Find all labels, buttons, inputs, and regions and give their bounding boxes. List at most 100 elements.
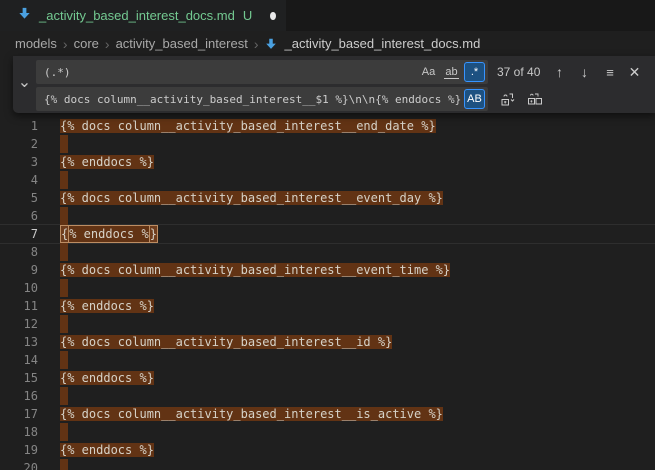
editor-line[interactable]: 19{% enddocs %} xyxy=(0,441,655,459)
breadcrumb-item-models[interactable]: models xyxy=(15,36,57,51)
find-next-button[interactable]: ↓ xyxy=(574,62,595,83)
empty-line-match-highlight xyxy=(60,207,68,225)
find-match-highlight: {% docs column__activity_based_interest_… xyxy=(60,119,436,133)
editor-line[interactable]: 7{% enddocs %} xyxy=(0,225,655,243)
empty-line-match-highlight xyxy=(60,243,68,261)
line-content[interactable]: {% enddocs %} xyxy=(60,441,655,459)
line-content[interactable] xyxy=(60,315,655,333)
editor-line[interactable]: 14 xyxy=(0,351,655,369)
find-in-selection-button[interactable]: ≡ xyxy=(599,62,620,83)
editor-line[interactable]: 6 xyxy=(0,207,655,225)
line-content[interactable]: {% enddocs %} xyxy=(60,225,655,243)
line-number: 17 xyxy=(0,405,38,423)
line-number: 16 xyxy=(0,387,38,405)
breadcrumb-separator-icon: › xyxy=(105,37,110,51)
whole-word-toggle[interactable]: ab xyxy=(441,62,462,82)
empty-line-match-highlight xyxy=(60,279,68,297)
line-content[interactable] xyxy=(60,207,655,225)
editor-line[interactable]: 16 xyxy=(0,387,655,405)
line-content[interactable]: {% docs column__activity_based_interest_… xyxy=(60,333,655,351)
line-number: 5 xyxy=(0,189,38,207)
empty-line-match-highlight xyxy=(60,351,68,369)
line-content[interactable] xyxy=(60,135,655,153)
whole-word-icon: ab xyxy=(444,66,458,79)
editor-line[interactable]: 10 xyxy=(0,279,655,297)
line-number: 11 xyxy=(0,297,38,315)
line-number: 13 xyxy=(0,333,38,351)
bracket-match-open: { xyxy=(61,226,69,242)
editor-lines: 1{% docs column__activity_based_interest… xyxy=(0,56,655,470)
find-replace-widget: ⌄ (.*) Aa ab .* 37 of 40 ↑ xyxy=(13,56,655,113)
breadcrumb-item-file[interactable]: _activity_based_interest_docs.md xyxy=(264,36,480,51)
preserve-case-toggle[interactable]: AB xyxy=(464,89,485,109)
match-case-toggle[interactable]: Aa xyxy=(418,62,439,82)
line-content[interactable] xyxy=(60,279,655,297)
editor-line[interactable]: 4 xyxy=(0,171,655,189)
markdown-file-icon xyxy=(17,6,32,26)
line-content[interactable] xyxy=(60,423,655,441)
editor-line[interactable]: 15{% enddocs %} xyxy=(0,369,655,387)
line-content[interactable]: {% docs column__activity_based_interest_… xyxy=(60,117,655,135)
empty-line-match-highlight xyxy=(60,315,68,333)
breadcrumb-separator-icon: › xyxy=(63,37,68,51)
find-match-highlight: {% enddocs %} xyxy=(60,371,154,385)
editor-line[interactable]: 1{% docs column__activity_based_interest… xyxy=(0,117,655,135)
find-match-highlight: {% docs column__activity_based_interest_… xyxy=(60,407,443,421)
editor-line[interactable]: 3 {% enddocs %} xyxy=(0,153,655,171)
regex-toggle[interactable]: .* xyxy=(464,62,485,82)
editor-line[interactable]: 12 xyxy=(0,315,655,333)
replace-value-text: {% docs column__activity_based_interest_… xyxy=(44,93,461,106)
editor-line[interactable]: 18 xyxy=(0,423,655,441)
editor-line[interactable]: 5 {% docs column__activity_based_interest… xyxy=(0,189,655,207)
regex-icon: .* xyxy=(471,66,478,78)
close-find-button[interactable]: ✕ xyxy=(624,62,645,83)
line-content[interactable] xyxy=(60,459,655,470)
find-previous-button[interactable]: ↑ xyxy=(549,62,570,83)
replace-all-button[interactable] xyxy=(524,89,545,110)
line-content[interactable] xyxy=(60,387,655,405)
replace-button[interactable] xyxy=(497,89,518,110)
replace-icon xyxy=(500,91,516,107)
git-status-badge: U xyxy=(243,8,252,23)
selection-lines-icon: ≡ xyxy=(606,65,613,80)
breadcrumb-item-activity-based-interest[interactable]: activity_based_interest xyxy=(116,36,248,51)
line-number: 18 xyxy=(0,423,38,441)
toggle-replace-chevron-icon[interactable]: ⌄ xyxy=(18,75,31,91)
line-content[interactable]: {% enddocs %} xyxy=(60,297,655,315)
editor-line[interactable]: 17 {% docs column__activity_based_interes… xyxy=(0,405,655,423)
line-number: 3 xyxy=(0,153,38,171)
modified-dot-indicator[interactable] xyxy=(270,12,276,20)
line-content[interactable]: {% docs column__activity_based_interest_… xyxy=(60,189,655,207)
breadcrumb-separator-icon: › xyxy=(254,37,259,51)
line-content[interactable] xyxy=(60,243,655,261)
line-content[interactable]: {% docs column__activity_based_interest_… xyxy=(60,405,655,423)
match-case-icon: Aa xyxy=(422,66,435,78)
empty-line-match-highlight xyxy=(60,423,68,441)
preserve-case-icon: AB xyxy=(467,93,482,105)
line-content[interactable] xyxy=(60,171,655,189)
line-content[interactable]: {% enddocs %} xyxy=(60,153,655,171)
line-content[interactable]: {% docs column__activity_based_interest_… xyxy=(60,261,655,279)
line-number: 8 xyxy=(0,243,38,261)
current-find-match: {% enddocs %} xyxy=(60,225,158,243)
tab-bar: _activity_based_interest_docs.md U xyxy=(0,0,655,31)
breadcrumb-item-core[interactable]: core xyxy=(74,36,99,51)
markdown-file-icon xyxy=(264,37,278,51)
editor-line[interactable]: 20 xyxy=(0,459,655,470)
find-match-highlight: {% enddocs %} xyxy=(60,155,154,169)
editor-line[interactable]: 13 {% docs column__activity_based_interes… xyxy=(0,333,655,351)
editor-line[interactable]: 8 xyxy=(0,243,655,261)
line-content[interactable] xyxy=(60,351,655,369)
line-number: 4 xyxy=(0,171,38,189)
line-number: 12 xyxy=(0,315,38,333)
editor-line[interactable]: 9{% docs column__activity_based_interest… xyxy=(0,261,655,279)
line-number: 6 xyxy=(0,207,38,225)
editor-line[interactable]: 11 {% enddocs %} xyxy=(0,297,655,315)
editor-tab[interactable]: _activity_based_interest_docs.md U xyxy=(0,0,286,31)
line-content[interactable]: {% enddocs %} xyxy=(60,369,655,387)
editor-pane[interactable]: 1{% docs column__activity_based_interest… xyxy=(0,56,655,470)
breadcrumb-filename: _activity_based_interest_docs.md xyxy=(284,36,480,51)
replace-input[interactable]: {% docs column__activity_based_interest_… xyxy=(36,87,488,111)
editor-line[interactable]: 2 xyxy=(0,135,655,153)
find-input[interactable]: (.*) Aa ab .* xyxy=(36,60,488,84)
